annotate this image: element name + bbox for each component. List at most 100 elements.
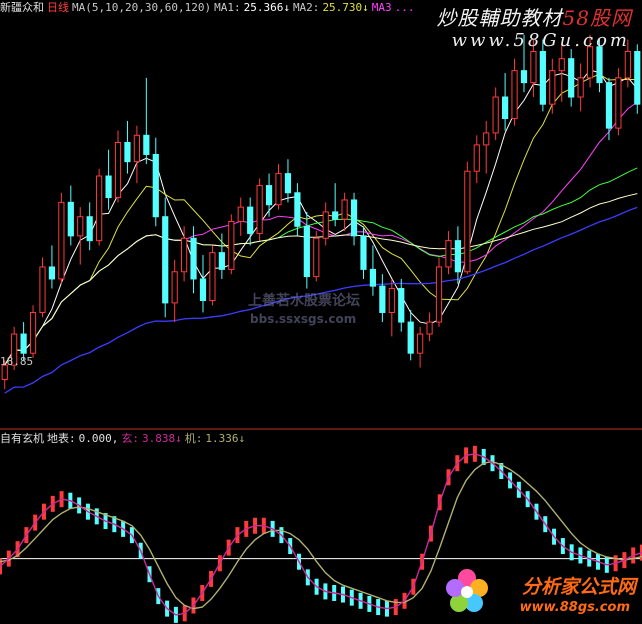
period-label[interactable]: 日线 xyxy=(47,1,69,14)
candle xyxy=(86,202,93,251)
candle-body xyxy=(350,199,358,237)
ji-value: 1.336↓ xyxy=(205,432,246,445)
candle-body xyxy=(520,70,528,84)
candle-body xyxy=(586,46,594,79)
candle-body xyxy=(114,141,122,199)
candle xyxy=(369,245,377,296)
candle xyxy=(143,77,150,165)
candle-body xyxy=(133,134,140,163)
candle xyxy=(152,137,159,227)
ma2-value: 25.730↓ xyxy=(322,1,369,14)
candle xyxy=(181,226,188,282)
candle xyxy=(77,207,84,265)
candle xyxy=(511,58,518,126)
center-url-watermark: bbs.ssxsgs.com xyxy=(250,312,357,326)
candle xyxy=(105,149,112,210)
candle xyxy=(228,214,235,275)
candle-body xyxy=(162,216,169,304)
candle xyxy=(454,226,461,284)
candle xyxy=(313,231,320,282)
candle-body xyxy=(303,225,310,278)
candle xyxy=(199,255,207,313)
candle-body xyxy=(275,173,282,206)
candle-body xyxy=(596,46,603,84)
candle xyxy=(464,161,471,275)
ground-value: 0.000, xyxy=(78,432,119,445)
candle-body xyxy=(511,70,518,120)
candle-body xyxy=(388,288,395,313)
candle-body xyxy=(322,211,329,239)
candle xyxy=(341,192,348,232)
candle xyxy=(502,73,509,131)
candle-body xyxy=(190,237,197,280)
candle-body xyxy=(228,221,235,270)
candle-body xyxy=(341,199,348,220)
candle xyxy=(209,245,216,306)
candle-body xyxy=(558,58,565,72)
indicator-name[interactable]: 自有玄机 xyxy=(0,432,44,445)
main-price-panel xyxy=(0,34,642,430)
candle xyxy=(435,257,443,327)
candle-body xyxy=(454,240,461,273)
indicator-panel-header: 自有玄机 地表: 0.000, 玄: 3.838↓ 机: 1.336↓ xyxy=(0,432,248,446)
price-level-label: 18.85 xyxy=(0,355,34,368)
stock-chart-window: 新疆众和 日线 MA(5,10,20,30,60,120) MA1: 25.366↓ MA… xyxy=(0,0,642,624)
candle-body xyxy=(67,201,74,237)
candle xyxy=(265,173,273,217)
candle-body xyxy=(473,144,480,172)
candle-body xyxy=(539,51,546,105)
candle xyxy=(549,58,556,114)
candle-body xyxy=(199,278,207,302)
candle-body xyxy=(256,185,263,234)
brand-url-watermark: www.88gs.com xyxy=(519,600,630,615)
candle xyxy=(350,192,358,246)
candle xyxy=(483,120,490,174)
candle xyxy=(398,278,405,332)
candle xyxy=(615,68,622,136)
site-url-watermark: www.58Gu.com xyxy=(451,30,630,51)
candle-body xyxy=(247,206,254,234)
candle xyxy=(256,178,263,241)
ground-label: 地表: xyxy=(47,432,76,445)
candle-body xyxy=(568,58,575,98)
candle xyxy=(133,125,140,184)
candle-body xyxy=(615,77,622,129)
ma2-label: MA2: xyxy=(292,1,320,14)
ma-params: MA(5,10,20,30,60,120) xyxy=(72,1,212,14)
candle xyxy=(247,197,254,246)
candle-body xyxy=(29,311,37,354)
candle-body xyxy=(530,51,537,84)
candle xyxy=(39,257,46,318)
candle xyxy=(67,185,74,246)
brand-watermark: 分析家公式网 xyxy=(521,576,636,598)
candle-body xyxy=(435,266,443,323)
candle-body xyxy=(96,175,103,242)
candle xyxy=(407,310,414,361)
candle xyxy=(558,44,565,102)
candle-body xyxy=(58,201,65,280)
candle xyxy=(568,49,575,107)
candle-body xyxy=(284,173,292,194)
candle-body xyxy=(502,96,509,120)
center-watermark: 上善若水股票论坛 xyxy=(248,293,360,309)
candle xyxy=(171,259,178,323)
candle-body xyxy=(605,82,613,129)
flower-logo-icon xyxy=(446,569,488,612)
candle-body xyxy=(360,235,367,270)
stock-name[interactable]: 新疆众和 xyxy=(0,1,44,14)
candle-body xyxy=(398,288,405,323)
candle xyxy=(426,312,433,342)
ma1-label: MA1: xyxy=(214,1,241,14)
candle-body xyxy=(171,271,178,304)
ji-label: 机: xyxy=(184,432,203,445)
candle-body xyxy=(417,333,424,354)
candle xyxy=(445,231,452,275)
candle xyxy=(577,63,584,112)
candle-body xyxy=(143,134,150,155)
candle-body xyxy=(369,268,377,287)
candle-body xyxy=(20,333,27,354)
candle-body xyxy=(124,141,131,163)
ma3-value: ... xyxy=(394,1,415,14)
candle xyxy=(322,202,329,246)
candle-body xyxy=(492,96,499,134)
